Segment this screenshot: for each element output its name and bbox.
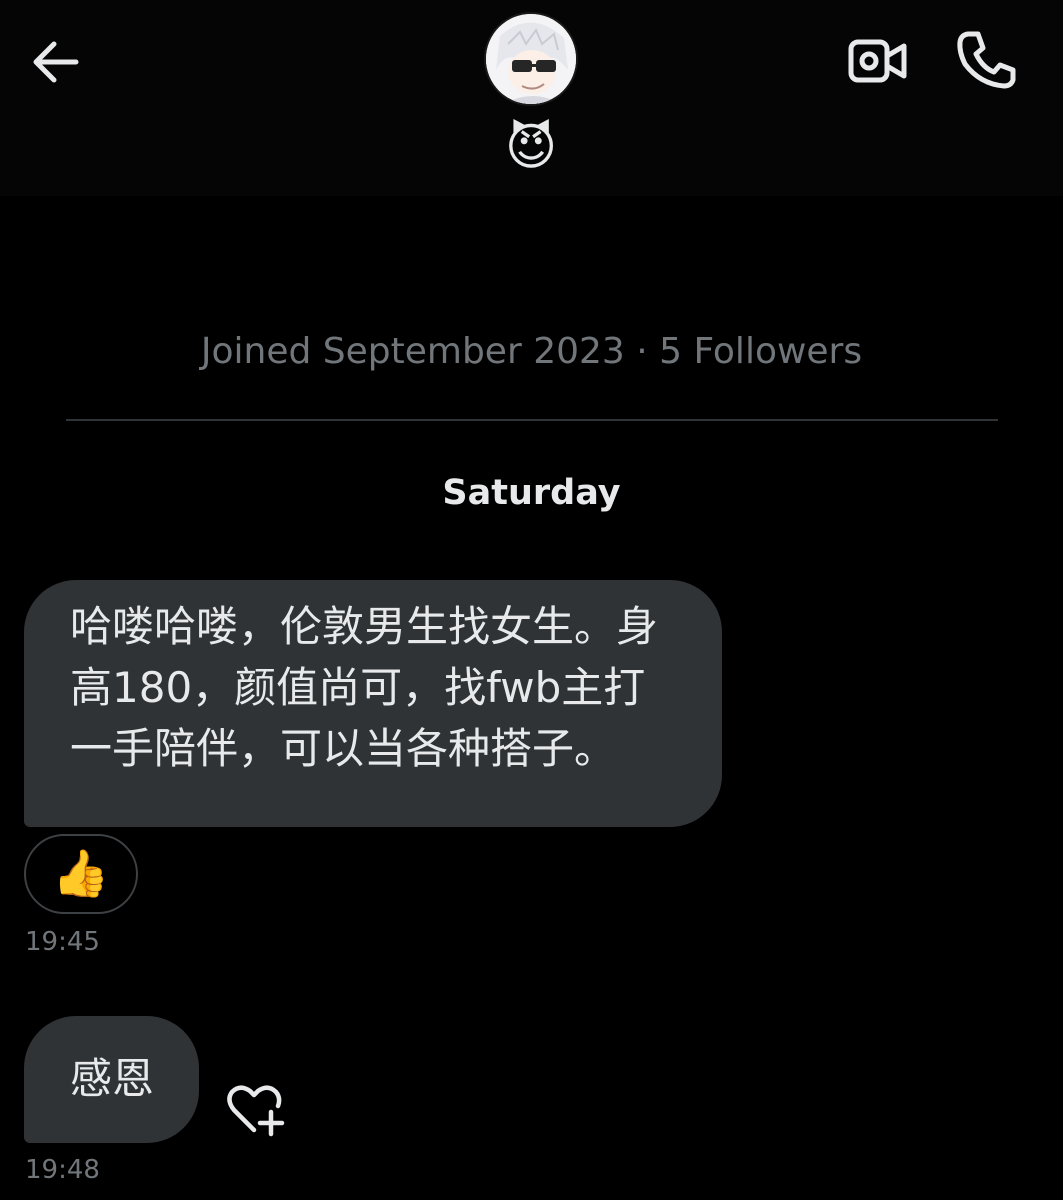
avatar[interactable] (486, 14, 576, 104)
video-call-button[interactable] (846, 34, 910, 90)
back-button[interactable] (26, 32, 86, 92)
message-bubble[interactable]: 感恩 (24, 1016, 199, 1143)
video-call-icon (848, 39, 907, 83)
heart-plus-icon (227, 1085, 285, 1137)
display-name-emoji[interactable]: 😈 (481, 118, 581, 176)
phone-icon (957, 31, 1016, 89)
phone-call-button[interactable] (954, 28, 1018, 92)
thumbs-up-emoji: 👍 (52, 846, 110, 900)
message-timestamp: 19:48 (25, 1155, 100, 1185)
conversation-header: 😈 (0, 0, 1063, 196)
reaction-badge[interactable]: 👍 (24, 834, 138, 914)
message-timestamp: 19:45 (25, 927, 100, 957)
profile-joined-info: Joined September 2023 · 5 Followers (200, 331, 863, 372)
add-reaction-button[interactable] (224, 1082, 286, 1138)
divider (66, 419, 998, 421)
date-separator: Saturday (442, 473, 621, 513)
avatar-image (486, 14, 576, 104)
message-bubble[interactable]: 哈喽哈喽，伦敦男生找女生。身 高180，颜值尚可，找fwb主打 一手陪伴，可以当… (24, 580, 722, 827)
arrow-left-icon (33, 41, 79, 83)
